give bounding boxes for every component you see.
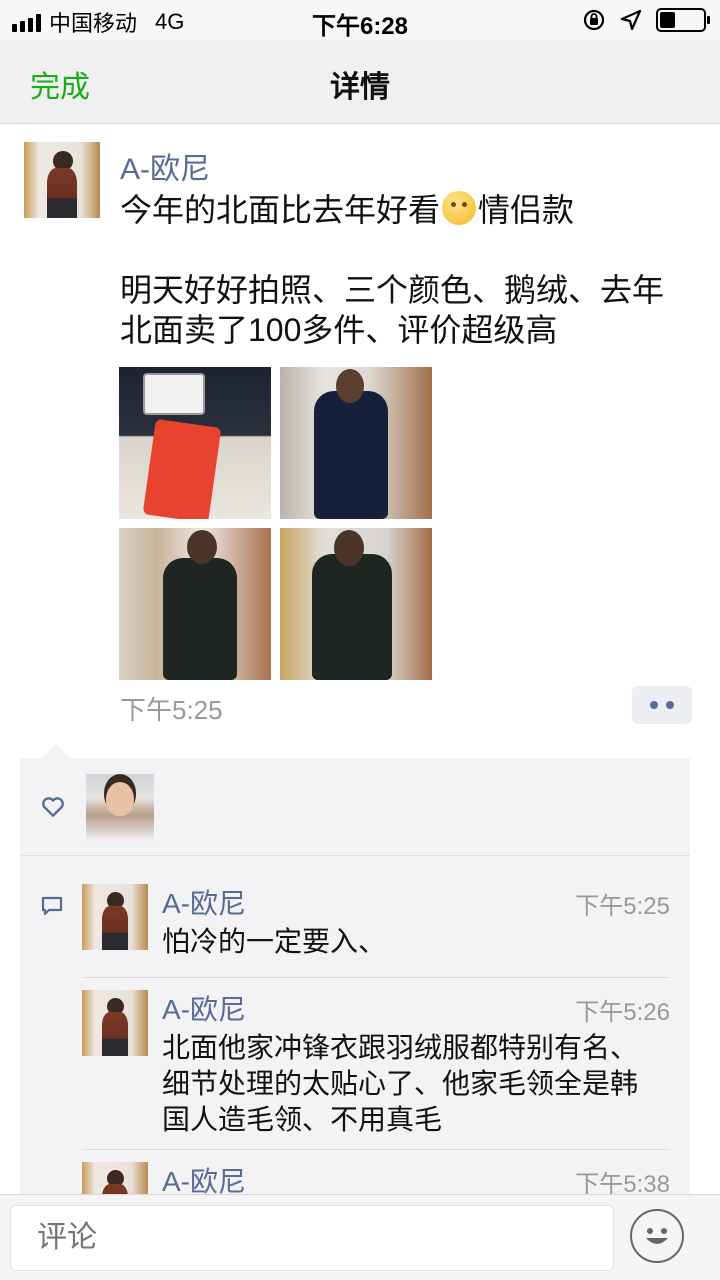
post-photo-2[interactable] [280,367,432,519]
comment-text: 怕冷的一定要入、 [162,926,387,957]
likes-comments-box: A-欧尼 下午5:25 怕冷的一定要入、 A-欧尼 下午5:26 北面他家冲锋衣… [20,744,690,1194]
comment-item[interactable]: A-欧尼 下午5:25 怕冷的一定要入、 [82,856,670,978]
status-bar: 中国移动 4G 下午6:28 [0,0,720,40]
location-arrow-icon [620,9,642,31]
comment-input-bar [0,1194,720,1280]
author-avatar[interactable] [24,142,100,218]
comment-item[interactable]: A-欧尼 下午5:38 [82,1150,670,1194]
post-author[interactable]: A-欧尼 [120,144,210,188]
dot-icon [650,701,658,709]
comment-author[interactable]: A-欧尼 [162,1160,246,1194]
commenter-avatar[interactable] [82,1162,148,1194]
comment-bubble-icon [41,896,63,916]
comment-text: 北面他家冲锋衣跟羽绒服都特别有名、细节处理的太贴心了、他家毛领全是韩国人造毛领、… [162,1032,639,1135]
commenter-avatar[interactable] [82,990,148,1056]
post-text-body: 明天好好拍照、三个颜色、鹅绒、去年北面卖了100多件、评价超级高 [120,272,665,348]
page-title: 详情 [330,71,390,104]
post-text: 今年的北面比去年好看 情侣款 明天好好拍照、三个颜色、鹅绒、去年北面卖了100多件… [120,190,700,350]
dot-icon [666,701,674,709]
post-photo-4[interactable] [280,528,432,680]
navigation-bar: 完成 详情 [0,40,720,124]
more-options-button[interactable] [632,686,692,724]
rotation-lock-icon [583,9,605,31]
post-text-line1: 今年的北面比去年好看 [120,192,441,228]
post-photo-3[interactable] [119,528,271,680]
comment-author[interactable]: A-欧尼 [162,882,246,922]
liker-avatar[interactable] [86,774,154,842]
smiley-face-icon [646,1228,668,1244]
likes-row [20,758,690,856]
post-photo-1[interactable] [119,367,271,519]
comment-author[interactable]: A-欧尼 [162,988,246,1028]
comments-list: A-欧尼 下午5:25 怕冷的一定要入、 A-欧尼 下午5:26 北面他家冲锋衣… [20,856,690,1194]
post-text-line1-tail: 情侣款 [478,192,575,228]
heart-icon [42,797,64,817]
status-right [582,8,710,32]
moment-detail: A-欧尼 今年的北面比去年好看 情侣款 明天好好拍照、三个颜色、鹅绒、去年北面卖了… [0,124,720,1194]
comment-time: 下午5:38 [575,1171,670,1194]
thinking-face-emoji-icon [442,191,477,225]
comment-input[interactable] [10,1205,614,1271]
post-time: 下午5:25 [120,695,223,725]
comment-time: 下午5:25 [575,893,670,920]
battery-icon [656,8,710,32]
comment-time: 下午5:26 [575,999,670,1026]
commenter-avatar[interactable] [82,884,148,950]
emoji-button[interactable] [630,1209,684,1263]
comment-item[interactable]: A-欧尼 下午5:26 北面他家冲锋衣跟羽绒服都特别有名、细节处理的太贴心了、他… [82,978,670,1150]
